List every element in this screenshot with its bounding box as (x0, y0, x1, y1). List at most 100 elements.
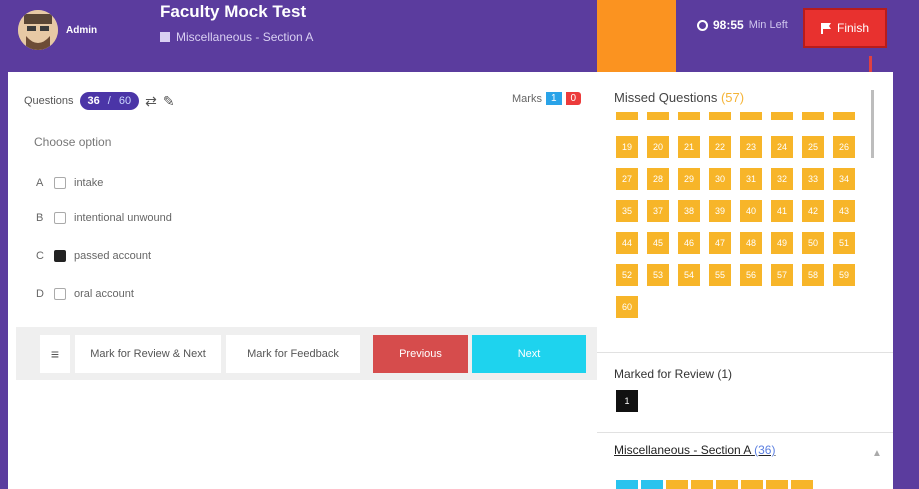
missed-question-tile[interactable]: 22 (709, 136, 731, 158)
question-current: 36 (87, 95, 100, 107)
missed-question-tile-partial[interactable] (678, 112, 700, 120)
missed-question-tile[interactable]: 54 (678, 264, 700, 286)
missed-question-tile[interactable]: 26 (833, 136, 855, 158)
missed-question-tile[interactable]: 25 (802, 136, 824, 158)
scrollbar[interactable] (871, 90, 874, 158)
missed-question-tile[interactable]: 46 (678, 232, 700, 254)
missed-question-tile[interactable]: 41 (771, 200, 793, 222)
missed-question-tile[interactable]: 28 (647, 168, 669, 190)
section-a-title[interactable]: Miscellaneous - Section A (36) (614, 443, 775, 457)
missed-question-tile[interactable]: 29 (678, 168, 700, 190)
option-letter: C (36, 250, 44, 262)
missed-question-tile[interactable]: 37 (647, 200, 669, 222)
missed-question-tile[interactable]: 39 (709, 200, 731, 222)
missed-question-tile[interactable]: 19 (616, 136, 638, 158)
missed-question-tile[interactable]: 21 (678, 136, 700, 158)
missed-question-tile[interactable]: 27 (616, 168, 638, 190)
page-title: Faculty Mock Test (160, 2, 307, 21)
mark-review-next-button[interactable]: Mark for Review & Next (75, 335, 221, 373)
option-checkbox-checked[interactable] (54, 250, 66, 262)
missed-question-tile[interactable]: 42 (802, 200, 824, 222)
user-name: Admin (66, 25, 98, 36)
timer: 98:55 Min Left (697, 18, 788, 32)
option-d[interactable]: D oral account (36, 288, 134, 300)
mark-feedback-button[interactable]: Mark for Feedback (226, 335, 360, 373)
question-total: 60 (118, 95, 132, 107)
missed-question-tile[interactable]: 34 (833, 168, 855, 190)
avatar[interactable] (18, 10, 58, 50)
missed-question-tile-partial[interactable] (616, 112, 638, 120)
question-text: Choose option (34, 135, 112, 149)
next-button[interactable]: Next (472, 335, 586, 373)
option-checkbox[interactable] (54, 288, 66, 300)
option-a[interactable]: A intake (36, 177, 103, 189)
missed-question-tile[interactable]: 43 (833, 200, 855, 222)
section-tile[interactable] (791, 480, 813, 489)
missed-question-tile[interactable]: 32 (771, 168, 793, 190)
book-icon (160, 32, 170, 42)
section-tile[interactable] (691, 480, 713, 489)
missed-question-tile[interactable]: 53 (647, 264, 669, 286)
missed-question-tile[interactable]: 59 (833, 264, 855, 286)
missed-question-tile[interactable]: 44 (616, 232, 638, 254)
missed-question-tile[interactable]: 45 (647, 232, 669, 254)
missed-question-tile[interactable]: 30 (709, 168, 731, 190)
missed-question-tile-partial[interactable] (771, 112, 793, 120)
section-label: Miscellaneous - Section A (176, 30, 314, 44)
top-header (0, 0, 919, 72)
missed-question-tile[interactable]: 58 (802, 264, 824, 286)
option-c[interactable]: C passed account (36, 250, 151, 262)
clock-icon (697, 19, 708, 31)
missed-question-tile-partial[interactable] (740, 112, 762, 120)
missed-question-tile-partial[interactable] (802, 112, 824, 120)
marks-indicator: Marks 1 0 (512, 92, 582, 105)
finish-button[interactable]: Finish (803, 8, 887, 48)
option-letter: D (36, 288, 44, 300)
missed-title-text: Missed Questions (614, 90, 718, 105)
marks-label: Marks (512, 92, 542, 105)
previous-button[interactable]: Previous (373, 335, 468, 373)
missed-question-tile[interactable]: 24 (771, 136, 793, 158)
section-tile[interactable] (641, 480, 663, 489)
section-tile[interactable] (766, 480, 788, 489)
menu-button[interactable]: ≡ (40, 335, 70, 373)
section-tile[interactable] (716, 480, 738, 489)
refresh-icon[interactable]: ⇄ (145, 93, 157, 110)
section-a-name: Miscellaneous - Section A (614, 443, 751, 457)
missed-question-tile-partial[interactable] (709, 112, 731, 120)
missed-question-tile[interactable]: 60 (616, 296, 638, 318)
option-checkbox[interactable] (54, 212, 66, 224)
missed-question-tile[interactable]: 57 (771, 264, 793, 286)
missed-question-tile[interactable]: 31 (740, 168, 762, 190)
option-b[interactable]: B intentional unwound (36, 212, 172, 224)
missed-question-tile[interactable]: 35 (616, 200, 638, 222)
missed-question-tile[interactable]: 23 (740, 136, 762, 158)
missed-question-tile[interactable]: 56 (740, 264, 762, 286)
missed-question-tile-partial[interactable] (647, 112, 669, 120)
missed-question-tile-partial[interactable] (833, 112, 855, 120)
review-question-tile[interactable]: 1 (616, 390, 638, 412)
missed-question-tile[interactable]: 52 (616, 264, 638, 286)
pencil-icon[interactable]: ✎ (163, 93, 175, 110)
left-frame (0, 72, 8, 489)
option-checkbox[interactable] (54, 177, 66, 189)
missed-question-tile[interactable]: 55 (709, 264, 731, 286)
avatar-illustration (18, 10, 58, 50)
missed-question-tile[interactable]: 48 (740, 232, 762, 254)
timer-unit: Min Left (748, 19, 788, 31)
missed-question-tile[interactable]: 33 (802, 168, 824, 190)
divider (597, 352, 893, 353)
missed-question-tile[interactable]: 50 (802, 232, 824, 254)
missed-question-tile[interactable]: 51 (833, 232, 855, 254)
section-tile[interactable] (741, 480, 763, 489)
section-a-count: (36) (754, 443, 776, 457)
question-separator: / (107, 95, 111, 107)
missed-question-tile[interactable]: 40 (740, 200, 762, 222)
missed-question-tile[interactable]: 20 (647, 136, 669, 158)
missed-question-tile[interactable]: 38 (678, 200, 700, 222)
missed-question-tile[interactable]: 47 (709, 232, 731, 254)
section-tile[interactable] (616, 480, 638, 489)
missed-question-tile[interactable]: 49 (771, 232, 793, 254)
section-tile[interactable] (666, 480, 688, 489)
chevron-up-icon[interactable]: ▲ (872, 448, 882, 459)
